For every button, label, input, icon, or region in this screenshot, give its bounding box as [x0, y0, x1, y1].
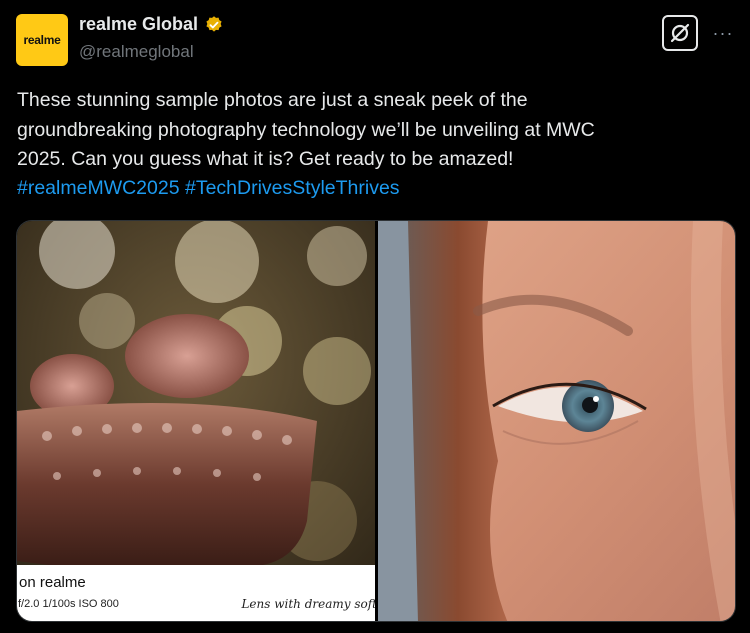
display-name[interactable]: realme Global — [79, 14, 198, 35]
hashtag-link[interactable]: #realmeMWC2025 — [17, 177, 180, 199]
grok-icon — [670, 23, 690, 43]
hashtag-row: #realmeMWC2025 #TechDrivesStyleThrives — [17, 174, 400, 204]
pinecone-glass-image — [17, 221, 375, 621]
photo-eye[interactable] — [378, 221, 735, 621]
author-handle[interactable]: @realmeglobal — [79, 42, 194, 62]
author-name-row: realme Global — [79, 14, 224, 35]
verified-badge-icon — [206, 15, 222, 32]
grok-button[interactable] — [662, 15, 698, 51]
media-gallery: on realme f/2.0 1/100s ISO 800 Lens with… — [16, 220, 736, 622]
hashtag-link[interactable]: #TechDrivesStyleThrives — [185, 177, 400, 199]
caption-exif: f/2.0 1/100s ISO 800 — [18, 598, 119, 610]
eye-portrait-image — [378, 221, 735, 621]
more-options-button[interactable]: ··· — [710, 20, 736, 46]
tweet-text: These stunning sample photos are just a … — [17, 89, 595, 170]
avatar[interactable]: realme — [16, 14, 68, 66]
photo-caption-bar: on realme f/2.0 1/100s ISO 800 Lens with… — [17, 565, 375, 621]
caption-title: on realme — [19, 574, 86, 591]
photo-pinecone[interactable]: on realme f/2.0 1/100s ISO 800 Lens with… — [17, 221, 375, 621]
avatar-logo-text: realme — [23, 33, 61, 47]
caption-lens: Lens with dreamy soft — [241, 597, 375, 611]
